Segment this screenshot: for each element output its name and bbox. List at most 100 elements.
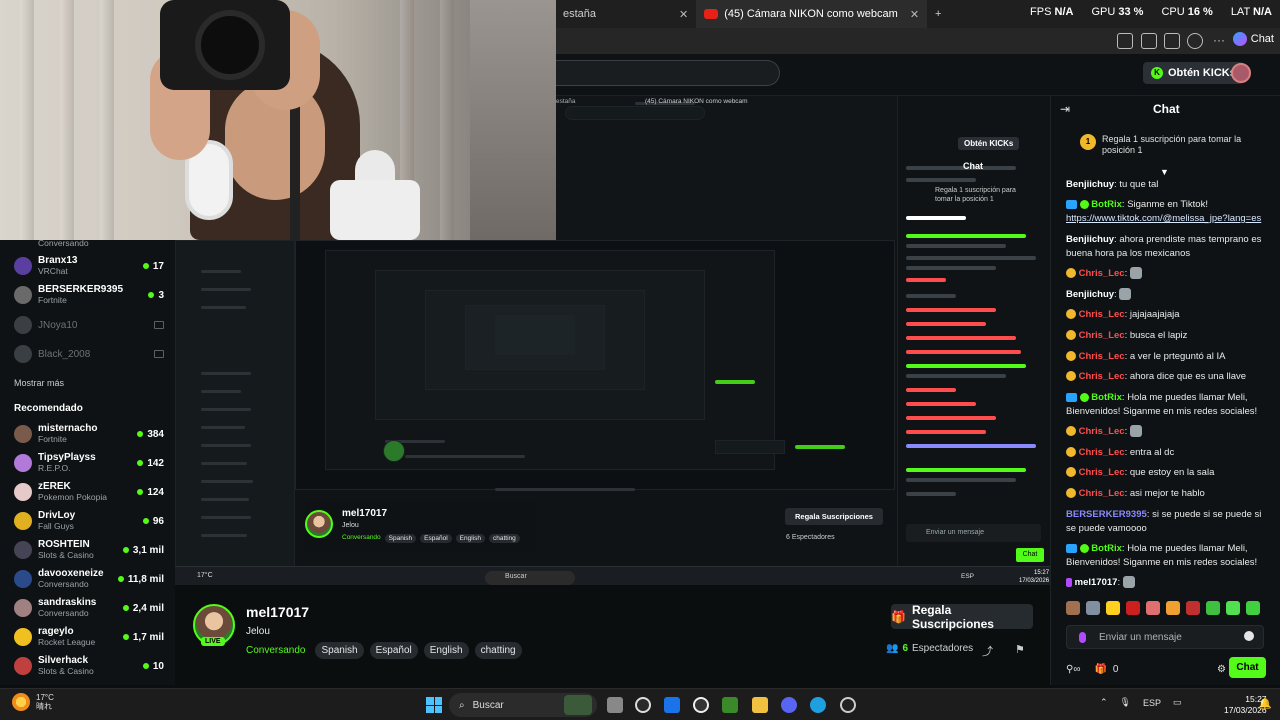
streamer-name[interactable]: mel17017 <box>246 604 309 620</box>
copilot-chat-button[interactable]: Chat <box>1232 32 1274 46</box>
emote-icon[interactable] <box>1186 601 1200 615</box>
chat-username[interactable]: Chris_Lec <box>1079 447 1125 458</box>
collections-icon[interactable] <box>1164 33 1180 49</box>
mic-tray-icon[interactable]: 🎙 <box>1120 697 1131 708</box>
edge-icon[interactable] <box>810 697 826 713</box>
chevron-up-icon[interactable]: ⌃ <box>1100 697 1108 708</box>
tag[interactable]: English <box>423 642 469 659</box>
emote-icon[interactable] <box>1066 601 1080 615</box>
sidebar-recommended[interactable]: ROSHTEIN Slots & Casino 3,1 mil <box>14 537 164 563</box>
chat-message: Chris_Lec: asi mejor te hablo <box>1066 487 1264 501</box>
emote-icon[interactable] <box>1226 601 1240 615</box>
verified-badge-icon <box>1079 199 1089 209</box>
live-dot-icon <box>137 489 144 495</box>
sidebar-channel[interactable]: BERSERKER9395 Fortnite 3 <box>14 282 164 308</box>
pin-icon[interactable]: ⚲∞ <box>1066 664 1080 675</box>
sidebar-recommended[interactable]: misternacho Fortnite 384 <box>14 421 164 447</box>
language-indicator[interactable]: ESP <box>1143 698 1161 708</box>
weather-widget[interactable]: 17°C 晴れ <box>12 693 54 711</box>
live-dot-icon <box>142 518 149 524</box>
emote-icon <box>1119 288 1132 301</box>
chat-username[interactable]: Benjiichuy <box>1066 234 1114 245</box>
settings-icon[interactable]: ⚙ <box>1217 664 1226 675</box>
chat-username[interactable]: BotRix <box>1091 392 1122 403</box>
favorite-icon[interactable] <box>1117 33 1133 49</box>
chat-username[interactable]: Chris_Lec <box>1079 330 1125 341</box>
gift-subs-button[interactable]: 🎁 Regala Suscripciones <box>891 603 1033 631</box>
sidebar-recommended[interactable]: zEREK Pokemon Pokopia 124 <box>14 479 164 505</box>
emote-icon[interactable] <box>1246 601 1260 615</box>
scroll-down-icon[interactable]: ▼ <box>1160 167 1169 177</box>
emote-icon[interactable] <box>1126 601 1140 615</box>
emote-icon[interactable] <box>1146 601 1160 615</box>
emote-icon[interactable] <box>1206 601 1220 615</box>
sidebar-channel-offline[interactable]: Black_2008 <box>14 341 164 367</box>
chat-username[interactable]: Benjiichuy <box>1066 179 1114 190</box>
browser-tab-active[interactable]: (45) Cámara NIKON como webcam ✕ <box>696 0 928 28</box>
chat-username[interactable]: BERSERKER9395 <box>1066 509 1147 520</box>
share-icon[interactable]: ⤴ <box>982 643 993 659</box>
chat-username[interactable]: Chris_Lec <box>1079 371 1125 382</box>
chat-username[interactable]: Benjiichuy <box>1066 289 1114 300</box>
chat-username[interactable]: BotRix <box>1091 199 1122 210</box>
store-icon[interactable] <box>664 697 680 713</box>
obs-icon[interactable] <box>840 697 856 713</box>
user-avatar[interactable] <box>1231 63 1251 83</box>
chat-username[interactable]: Chris_Lec <box>1079 309 1125 320</box>
app-icon[interactable] <box>693 697 709 713</box>
notification-icon[interactable]: 🔔 <box>1258 697 1272 710</box>
chat-username[interactable]: Chris_Lec <box>1079 268 1125 279</box>
sidebar-recommended[interactable]: Silverhack Slots & Casino 10 <box>14 653 164 679</box>
discord-icon[interactable] <box>781 697 797 713</box>
tag[interactable]: Spanish <box>315 642 364 659</box>
emote-icon[interactable] <box>1166 601 1180 615</box>
network-icon[interactable]: ▭ <box>1173 697 1182 708</box>
profile-icon[interactable] <box>1187 33 1203 49</box>
extensions-icon[interactable] <box>1141 33 1157 49</box>
chat-send-button[interactable]: Chat <box>1229 657 1266 678</box>
emote-icon[interactable] <box>1106 601 1120 615</box>
report-icon[interactable]: ⚑ <box>1015 643 1025 656</box>
browser-tab[interactable]: estaña <box>555 0 665 28</box>
search-input[interactable] <box>555 60 780 86</box>
chat-username[interactable]: Chris_Lec <box>1079 351 1125 362</box>
sidebar-channel-offline[interactable]: JNoya10 <box>14 312 164 338</box>
chat-username[interactable]: Chris_Lec <box>1079 426 1125 437</box>
emote-icon[interactable] <box>1086 601 1100 615</box>
new-tab-button[interactable]: + <box>927 0 949 28</box>
file-explorer-icon[interactable] <box>752 697 768 713</box>
tag[interactable]: chatting <box>474 642 522 659</box>
emoji-icon[interactable] <box>1244 631 1254 641</box>
sidebar-channel[interactable]: Branx13 VRChat 17 <box>14 253 164 279</box>
sidebar-recommended[interactable]: sandraskins Conversando 2,4 mil <box>14 595 164 621</box>
chat-username[interactable]: Chris_Lec <box>1079 467 1125 478</box>
nested-chat-input: Enviar un mensaje <box>906 524 1041 542</box>
widgets-icon[interactable] <box>564 695 592 715</box>
chat-username[interactable]: mel17017 <box>1075 577 1118 588</box>
sidebar-recommended[interactable]: TipsyPlayss R.E.P.O. 142 <box>14 450 164 476</box>
sidebar-recommended[interactable]: rageylo Rocket League 1,7 mil <box>14 624 164 650</box>
gift-icon[interactable]: 🎁 <box>1094 664 1106 675</box>
browser-tab[interactable]: ✕ <box>665 0 696 28</box>
category-link[interactable]: Conversando <box>246 645 305 656</box>
microphone-icon[interactable] <box>1079 632 1086 643</box>
close-icon[interactable]: ✕ <box>910 8 919 21</box>
more-icon[interactable]: ··· <box>1213 33 1225 47</box>
collapse-chat-icon[interactable]: ⇥ <box>1060 102 1070 116</box>
start-button[interactable] <box>426 697 442 713</box>
chat-link[interactable]: https://www.tiktok.com/@melissa_jpe?lang… <box>1066 213 1261 224</box>
close-icon[interactable]: ✕ <box>679 8 688 21</box>
chat-input[interactable]: Enviar un mensaje <box>1066 625 1264 649</box>
task-view-icon[interactable] <box>607 697 623 713</box>
chat-username[interactable]: Chris_Lec <box>1079 488 1125 499</box>
search-icon: ⌕ <box>459 699 465 711</box>
sidebar-recommended[interactable]: davooxeneize Conversando 11,8 mil <box>14 566 164 592</box>
xbox-icon[interactable] <box>635 697 651 713</box>
nvidia-icon[interactable] <box>722 697 738 713</box>
show-more-link[interactable]: Mostrar más <box>14 378 64 388</box>
pinned-gift-banner[interactable]: 1 Regala 1 suscripción para tomar la pos… <box>1080 134 1260 156</box>
get-kicks-button[interactable]: K Obtén KICKs <box>1143 62 1244 84</box>
tag[interactable]: Español <box>369 642 418 659</box>
sidebar-recommended[interactable]: DrivLoy Fall Guys 96 <box>14 508 164 534</box>
chat-username[interactable]: BotRix <box>1091 543 1122 554</box>
